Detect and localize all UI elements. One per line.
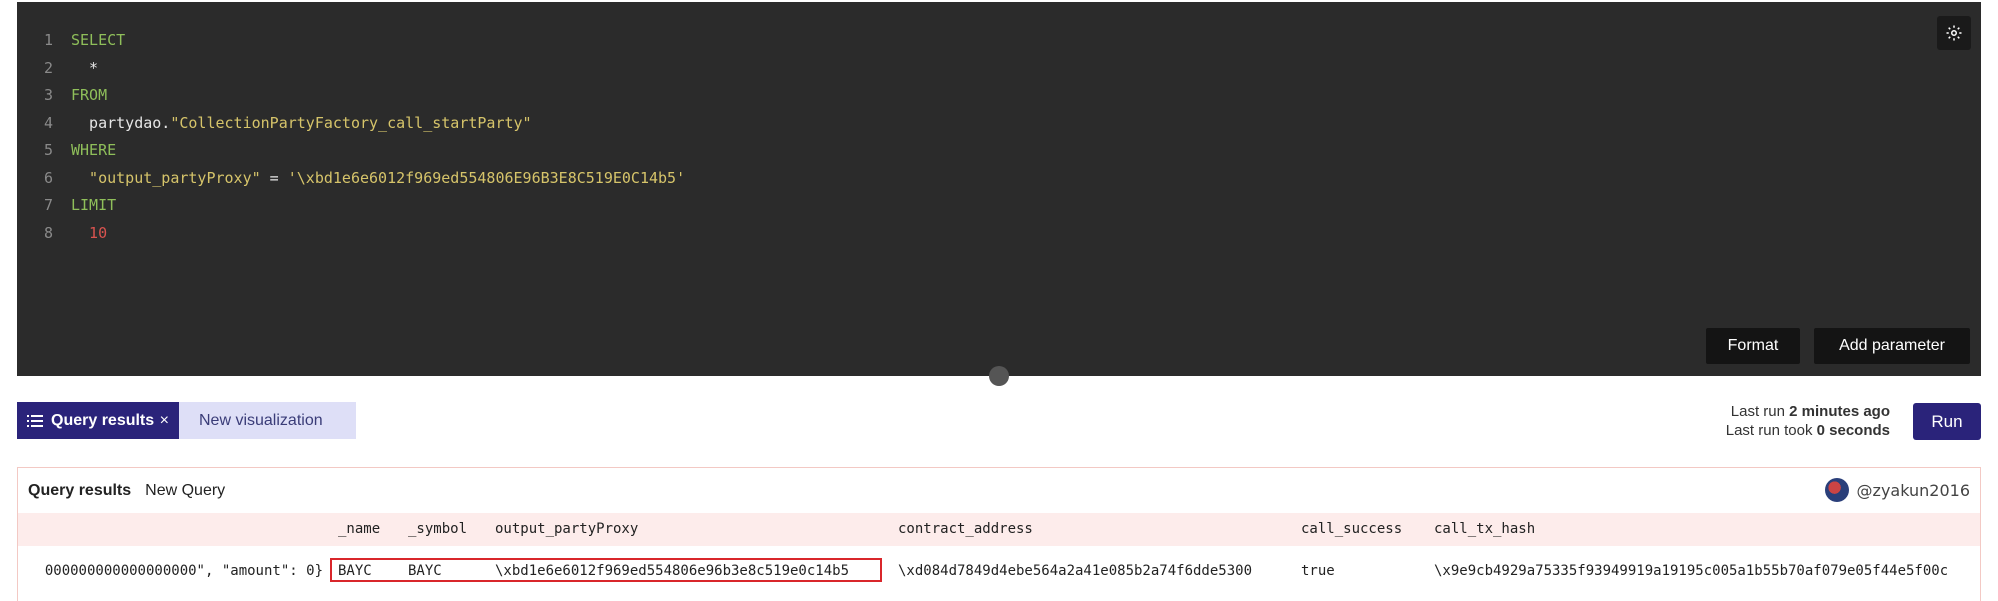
run-button[interactable]: Run [1913,403,1981,440]
line-number: 6 [43,168,53,187]
code-line[interactable]: 7 LIMIT [17,192,685,220]
code-area[interactable]: 1 SELECT 2 * 3 FROM 4 partydao. "CollectionPar… [17,27,685,247]
run-took-value: 0 seconds [1816,422,1890,439]
last-run-info: Last run 2 minutes ago Last run took 0 s… [1726,402,1890,440]
format-button[interactable]: Format [1706,328,1800,364]
code-line[interactable]: 5 WHERE [17,137,685,165]
column-header[interactable]: call_tx_hash [1434,521,1535,537]
add-parameter-button[interactable]: Add parameter [1814,328,1970,364]
code-line[interactable]: 3 FROM [17,82,685,110]
column-header[interactable]: _symbol [408,521,467,537]
code-token: WHERE [71,141,117,159]
line-number: 2 [43,58,53,77]
line-number: 5 [43,141,53,159]
results-title: Query results [28,481,132,499]
username: @zyakun2016 [1856,480,1970,500]
code-token: "output_partyProxy" [71,168,261,187]
line-number: 3 [43,86,53,104]
code-token: * [71,58,99,77]
last-run-value: 2 minutes ago [1789,403,1890,420]
close-icon[interactable]: × [160,412,169,430]
line-number: 4 [43,113,53,132]
user-link[interactable]: @zyakun2016 [1824,478,1970,502]
table-cell: \xd084d7849d4ebe564a2a41e085b2a74f6dde53… [898,563,1253,579]
line-number: 1 [43,31,53,49]
tab-new-visualization[interactable]: New visualization [179,402,356,439]
code-line[interactable]: 2 * [17,55,685,83]
results-panel: Query results New Query @zyakun2016 _nam… [17,467,1981,601]
code-line[interactable]: 6 "output_partyProxy" = '\xbd1e6e6012f96… [17,165,685,193]
column-header[interactable]: contract_address [898,521,1033,537]
code-token: = [260,168,288,187]
table-cell: 000000000000000000", "amount": 0} [44,563,323,579]
code-line[interactable]: 8 10 [17,220,685,248]
code-token: SELECT [71,31,126,49]
code-token: FROM [71,86,108,104]
tab-label: Query results [51,411,155,429]
code-token: LIMIT [71,196,117,214]
table-cell: \x9e9cb4929a75335f93949919a19195c005a1b5… [1434,563,1949,579]
sql-editor[interactable]: 1 SELECT 2 * 3 FROM 4 partydao. "CollectionPar… [17,2,1981,376]
resize-handle[interactable] [989,366,1009,386]
code-token: '\xbd1e6e6012f969ed554806E96B3E8C519E0C1… [287,168,686,187]
avatar [1824,478,1849,502]
list-icon [27,414,43,427]
tab-query-results[interactable]: Query results × [17,402,179,439]
settings-button[interactable] [1937,16,1971,50]
column-header[interactable]: _name [338,521,380,537]
code-token: 10 [71,223,108,242]
line-number: 7 [43,196,53,214]
code-token: "CollectionPartyFactory_call_startParty" [170,113,532,132]
code-line[interactable]: 4 partydao. "CollectionPartyFactory_call_… [17,110,685,138]
results-header: Query results New Query [18,468,1980,513]
table-cell: true [1301,563,1335,579]
gear-icon [1946,25,1962,41]
column-header[interactable]: output_partyProxy [495,521,638,537]
last-run-label: Last run [1730,403,1790,420]
run-took-label: Last run took [1725,422,1817,439]
result-tabs: Query results × New visualization [17,402,356,439]
code-token: partydao. [71,113,171,132]
column-header[interactable]: call_success [1301,521,1402,537]
query-name[interactable]: New Query [145,482,225,500]
table-header: _name _symbol output_partyProxy contract… [18,513,1980,546]
line-number: 8 [43,223,53,242]
highlight-box [330,558,882,582]
code-line[interactable]: 1 SELECT [17,27,685,55]
